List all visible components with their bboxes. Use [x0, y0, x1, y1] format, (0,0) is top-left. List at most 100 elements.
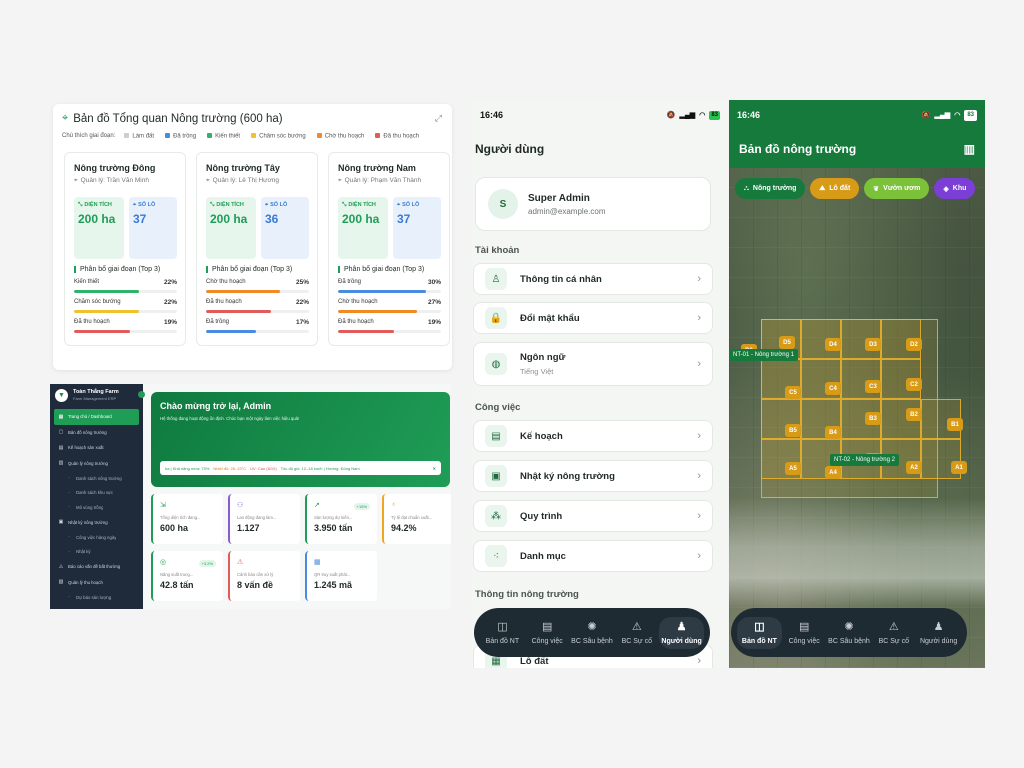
stage-row-head: Kiến thiết 22% — [74, 279, 177, 286]
plot-label[interactable]: B2 — [906, 408, 922, 421]
signal-icon: ▂▄▆ — [679, 112, 696, 119]
plot-label[interactable]: D5 — [779, 336, 795, 349]
menu-row[interactable]: ⁖ Danh mục › — [473, 540, 713, 572]
plot-label[interactable]: B5 — [785, 424, 801, 437]
menu-row[interactable]: 🔒 Đổi mật khẩu › — [473, 302, 713, 334]
sidebar-item[interactable]: · Mô vùng trồng — [54, 500, 139, 515]
plot-label[interactable]: C4 — [825, 382, 841, 395]
tab-công-việc[interactable]: ▤ Công việc — [782, 621, 827, 645]
sidebar-item[interactable]: ▣ Nhật ký nông trường — [54, 515, 139, 531]
stat-card[interactable]: ◎ +3.2% Năng suất trung... 42.8 tấn — [151, 551, 223, 601]
stage-row-head: Chờ thu hoạch 27% — [338, 299, 441, 306]
menu-row[interactable]: ▤ Kế hoạch › — [473, 420, 713, 452]
plot-label[interactable]: D4 — [825, 338, 841, 351]
stat-card[interactable]: ⇲ Tổng diện tích đang... 600 ha — [151, 494, 223, 544]
status-time: 16:46 — [737, 110, 761, 120]
sidebar-item[interactable]: ▥ Quản lý nông trường — [54, 456, 139, 472]
layer-chip[interactable]: ❦ Vườn ươm — [864, 178, 930, 199]
tab-người-dùng[interactable]: ♟ Người dùng — [659, 616, 704, 649]
farm-card[interactable]: Nông trường Tây ⌖ Quản lý: Lê Thị Hương ⤡ DI… — [196, 151, 318, 346]
category-icon: ⁖ — [485, 545, 507, 567]
user-icon: ♙ — [485, 268, 507, 290]
plot-label[interactable]: A1 — [951, 461, 967, 474]
sidebar-item[interactable]: ▤ Kế hoạch sản xuất — [54, 440, 139, 456]
plot-outline — [841, 359, 881, 399]
tab-bản-đồ-nt[interactable]: ◫ Bản đồ NT — [737, 616, 782, 649]
stage-bar-fill — [338, 309, 418, 313]
plot-label[interactable]: C5 — [785, 386, 801, 399]
plot-label[interactable]: C2 — [906, 378, 922, 391]
tab-bản-đồ-nt[interactable]: ◫ Bản đồ NT — [480, 621, 525, 645]
sidebar-item[interactable]: · Công việc hàng ngày — [54, 530, 139, 545]
plot-label[interactable]: D2 — [906, 338, 922, 351]
stage-row: Chờ thu hoạch 25% — [206, 279, 309, 293]
sidebar-item[interactable]: ▦ Trang chủ / Dashboard — [54, 409, 139, 425]
section-work: Công việc — [475, 402, 521, 413]
stat-card[interactable]: ⚠ Cảnh báo cần xử lý 8 vấn đề — [228, 551, 300, 601]
weather-strip: ha | Khả năng mưa: 75% Nhiệt độ: 26–33°C… — [160, 461, 441, 475]
menu-item-icon: ▢ — [58, 429, 64, 436]
stat-value: 1.245 mã — [314, 580, 353, 590]
stage-bar — [206, 309, 309, 313]
sidebar-item-label: Quản lý nông trường — [68, 460, 108, 466]
brand[interactable]: ▼ Toàn Thắng Farm Farm Management ERP — [50, 384, 145, 406]
stage-percent: 22% — [163, 278, 177, 286]
plot-label[interactable]: B1 — [947, 418, 963, 431]
stage-label: Chăm sóc bướng — [74, 298, 121, 305]
trend-badge: +3.2% — [198, 560, 216, 567]
farm-card[interactable]: Nông trường Đông ⌖ Quản lý: Trần Văn Minh ⤡… — [64, 151, 186, 346]
sidebar-item[interactable]: · Danh sách nông trường — [54, 471, 139, 486]
tab-label: Bản đồ NT — [485, 637, 520, 645]
tab-bc-sâu-bệnh[interactable]: ✺ BC Sâu bệnh — [570, 621, 615, 645]
plot-label[interactable]: B3 — [865, 412, 881, 425]
farm-label[interactable]: NT-02 - Nông trường 2 — [830, 454, 899, 466]
tab-người-dùng[interactable]: ♟ Người dùng — [916, 621, 961, 645]
welcome-subtitle: Hệ thống đang hoạt động ổn định. Chúc bạ… — [160, 416, 300, 421]
area-value: 200 ha — [210, 211, 248, 226]
layer-chip[interactable]: ◈ Khu — [934, 178, 976, 199]
tab-bc-sự-cố[interactable]: ⚠ BC Sự cố — [614, 621, 659, 645]
tab-công-việc[interactable]: ▤ Công việc — [525, 621, 570, 645]
plot-label[interactable]: C3 — [865, 380, 881, 393]
sidebar-item[interactable]: · Dự báo sản lượng — [54, 590, 139, 605]
map-icon[interactable]: ▥ — [964, 142, 975, 156]
plot-label[interactable]: A5 — [785, 462, 801, 475]
sidebar-item[interactable]: ⚠ Báo cáo vấn đề bất thường — [54, 559, 139, 575]
expand-icon[interactable]: ⤢ — [435, 113, 442, 124]
welcome-banner: Chào mừng trở lại, Admin Hệ thống đang h… — [151, 392, 450, 487]
stage-row-head: Đã thu hoạch 19% — [338, 319, 441, 326]
sidebar-item[interactable]: ▧ Quản lý thu hoạch — [54, 575, 139, 591]
sidebar-item[interactable]: · Nhật ký — [54, 545, 139, 560]
plot-label[interactable]: B4 — [825, 426, 841, 439]
layer-chip[interactable]: ⛬ Nông trường — [735, 178, 806, 199]
stage-row: Chăm sóc bướng 22% — [74, 299, 177, 313]
stat-card[interactable]: ↗ +15% Sản lượng dự kiến... 3.950 tấn — [305, 494, 377, 544]
menu-row[interactable]: ▣ Nhật ký nông trường › — [473, 460, 713, 492]
menu-row[interactable]: ◍ Ngôn ngữ Tiếng Việt › — [473, 342, 713, 386]
layer-chip[interactable]: ⛰ Lô đất — [810, 178, 860, 199]
tab-bc-sâu-bệnh[interactable]: ✺ BC Sâu bệnh — [827, 621, 872, 645]
menu-row[interactable]: ⁂ Quy trình › — [473, 500, 713, 532]
farm-card[interactable]: Nông trường Nam ⌖ Quản lý: Phạm Văn Thành ⤡… — [328, 151, 450, 346]
tab-bc-sự-cố[interactable]: ⚠ BC Sự cố — [871, 621, 916, 645]
farm-label[interactable]: NT-01 - Nông trường 1 — [729, 349, 798, 361]
area-label-text: DIỆN TÍCH — [348, 201, 376, 208]
plot-label[interactable]: A4 — [825, 466, 841, 479]
plot-label[interactable]: A2 — [906, 461, 922, 474]
area-box: ⤡ DIỆN TÍCH 200 ha — [74, 196, 124, 259]
chip-icon: ❦ — [873, 185, 880, 193]
menu-row[interactable]: ♙ Thông tin cá nhân › — [473, 263, 713, 295]
close-icon[interactable]: ✕ — [433, 466, 436, 471]
stat-card[interactable]: ▦ QR truy xuất phát... 1.245 mã — [305, 551, 377, 601]
stat-card[interactable]: ♁ Tỷ lệ đạt chuẩn xuất... 94.2% — [382, 494, 451, 544]
user-card[interactable]: S Super Admin admin@example.com — [475, 177, 711, 231]
sidebar-item[interactable]: ▢ Bản đồ nông trường — [54, 425, 139, 441]
stage-bar — [74, 309, 177, 313]
plot-label[interactable]: D3 — [865, 338, 881, 351]
chevron-right-icon: › — [697, 312, 701, 324]
area-value: 200 ha — [342, 211, 380, 226]
plots-label: ⌖ SỐ LÔ — [133, 202, 173, 208]
collapse-sidebar-icon[interactable] — [138, 391, 145, 398]
sidebar-item[interactable]: · Danh sách khu vực — [54, 486, 139, 501]
stat-card[interactable]: ⚇ Lao động đang làm... 1.127 — [228, 494, 300, 544]
